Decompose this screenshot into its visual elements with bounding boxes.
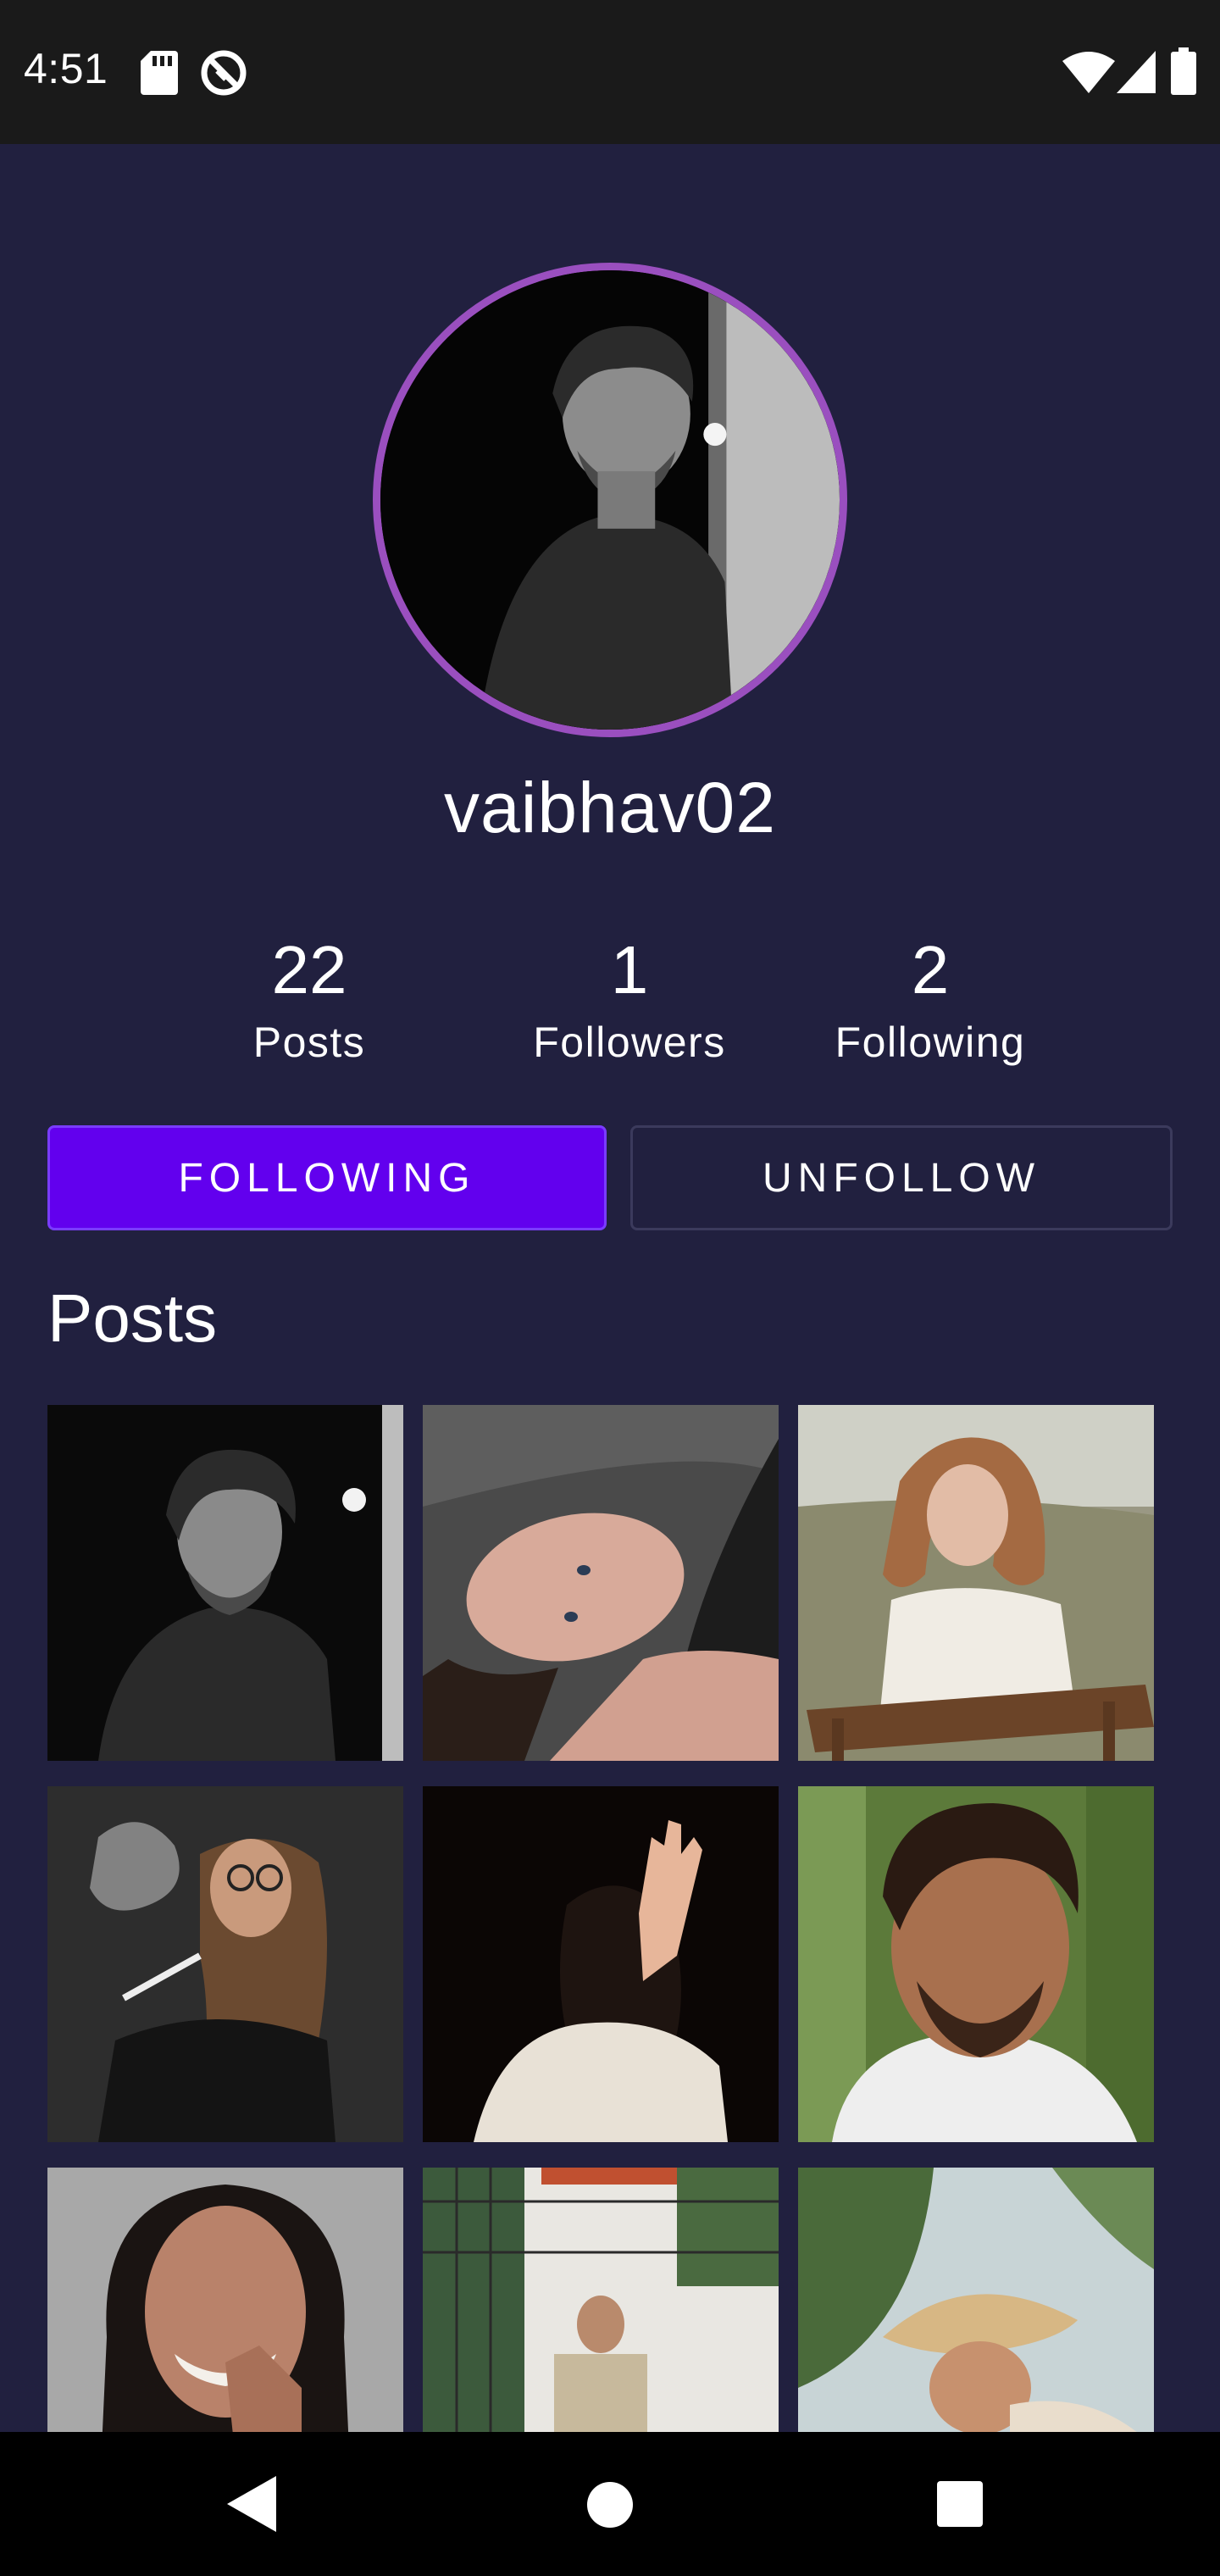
post-thumbnail-6[interactable] [798, 1786, 1154, 2142]
post-image [798, 1786, 1154, 2142]
profile-screen: 4:51 vaibhav02 22 Posts 1 Followers 2 Fo… [0, 0, 1220, 2576]
post-image [47, 1405, 403, 1761]
post-image [423, 1405, 779, 1761]
stat-followers[interactable]: 1 Followers [477, 928, 782, 1072]
stat-posts[interactable]: 22 Posts [157, 928, 462, 1072]
battery-icon [1171, 47, 1196, 95]
status-time: 4:51 [24, 45, 108, 92]
following-button[interactable]: FOLLOWING [47, 1125, 607, 1230]
post-thumbnail-3[interactable] [798, 1405, 1154, 1761]
post-image [47, 1786, 403, 2142]
sd-card-icon [141, 51, 178, 95]
sync-icon [201, 50, 247, 96]
post-image [423, 1786, 779, 2142]
wifi-icon [1062, 52, 1115, 93]
stat-following[interactable]: 2 Following [778, 928, 1083, 1072]
status-bar: 4:51 [0, 0, 1220, 144]
stat-label: Posts [252, 1019, 366, 1066]
stat-label: Followers [533, 1019, 726, 1066]
avatar-photo [380, 270, 840, 730]
post-image [798, 1405, 1154, 1761]
back-icon[interactable] [227, 2476, 278, 2532]
post-thumbnail-1[interactable] [47, 1405, 403, 1761]
recents-icon[interactable] [937, 2481, 983, 2527]
posts-section-title: Posts [47, 1280, 218, 1356]
post-thumbnail-5[interactable] [423, 1786, 779, 2142]
profile-avatar[interactable] [373, 263, 847, 737]
home-icon[interactable] [586, 2481, 634, 2529]
profile-username: vaibhav02 [444, 768, 776, 847]
stat-count: 1 [610, 932, 649, 1008]
signal-icon [1117, 51, 1156, 93]
post-thumbnail-4[interactable] [47, 1786, 403, 2142]
stat-count: 22 [271, 932, 347, 1008]
stat-label: Following [835, 1019, 1026, 1066]
post-thumbnail-2[interactable] [423, 1405, 779, 1761]
unfollow-button[interactable]: UNFOLLOW [630, 1125, 1173, 1230]
stat-count: 2 [911, 932, 950, 1008]
